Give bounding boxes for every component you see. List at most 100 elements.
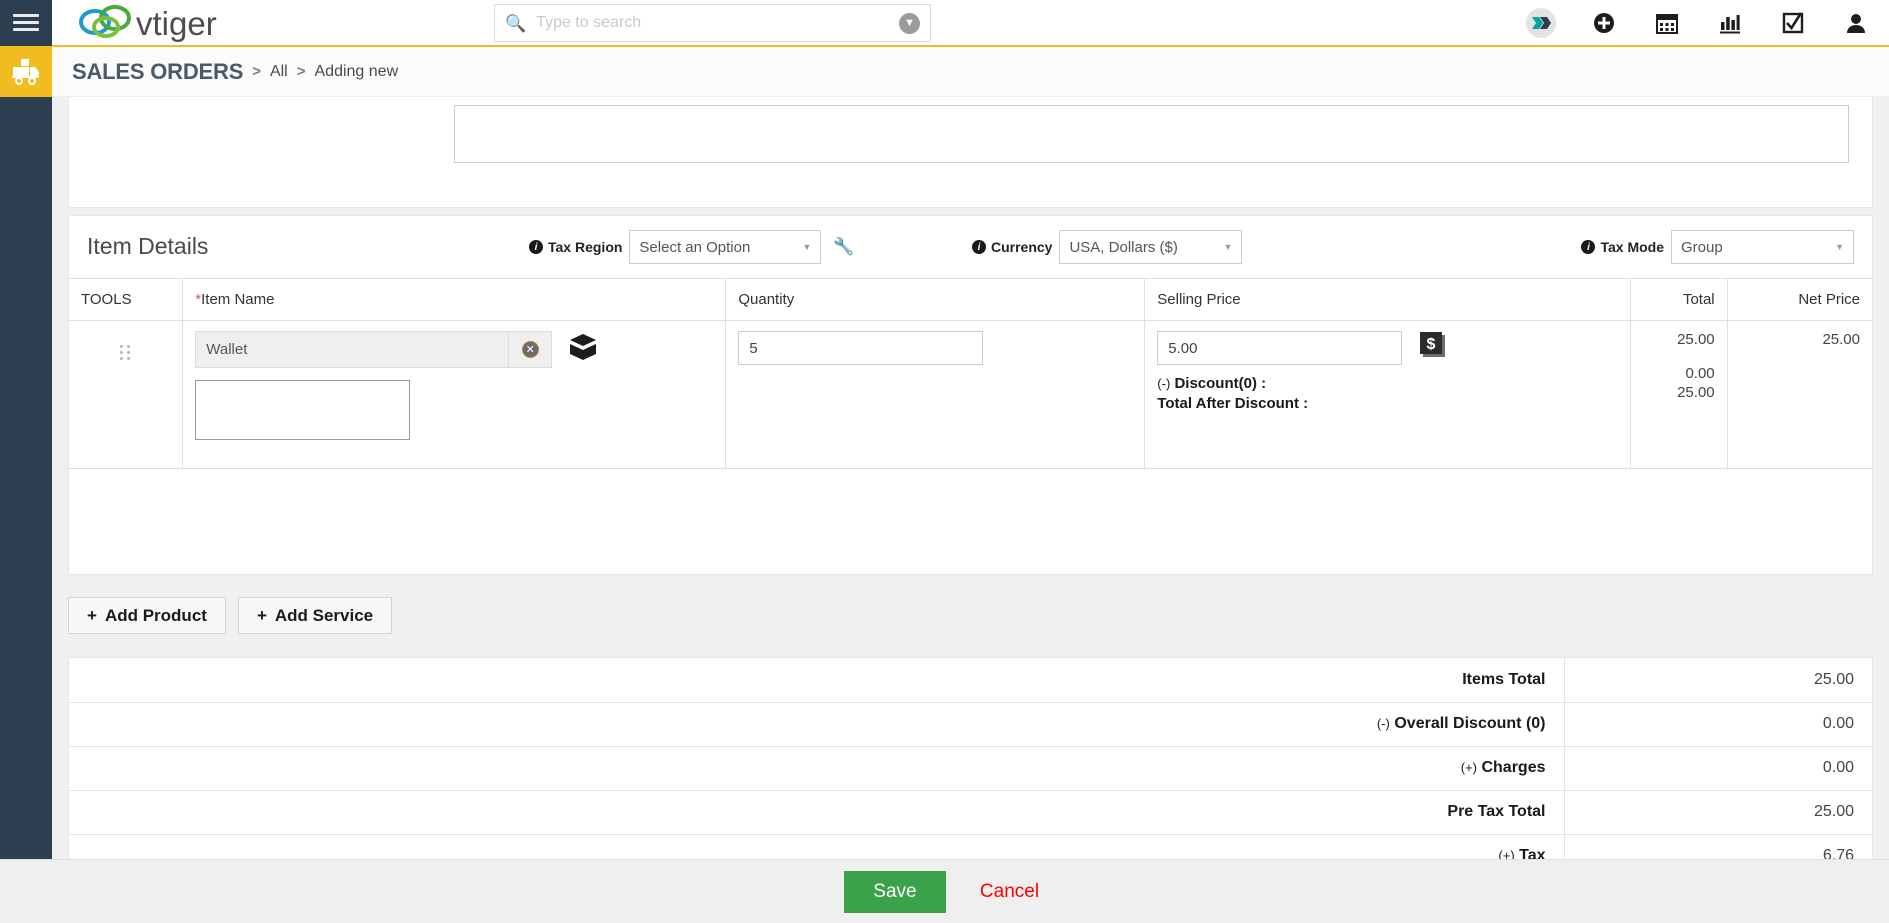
summary-row-charges: (+) Charges 0.00 <box>69 746 1872 791</box>
summary-row-overall-discount: (-) Overall Discount (0) 0.00 <box>69 702 1872 747</box>
tasks-icon[interactable] <box>1778 8 1808 38</box>
plus-icon: + <box>256 605 267 625</box>
item-description-textarea[interactable] <box>195 380 411 440</box>
add-product-label: Add Product <box>104 605 207 625</box>
summary-label: Items Total <box>69 658 1565 703</box>
vtiger-logo[interactable]: vtiger <box>68 0 253 46</box>
chevron-down-icon: ▼ <box>802 242 812 252</box>
box-glyph <box>570 334 597 360</box>
breadcrumb-separator-icon: > <box>252 63 261 80</box>
checkbox-glyph <box>1782 11 1804 33</box>
tax-mode-value: Group <box>1681 238 1723 256</box>
table-row: ✕ <box>69 320 1872 469</box>
wrench-icon[interactable]: 🔧 <box>833 237 854 257</box>
row-total-after-discount-value: 25.00 <box>1677 383 1715 401</box>
breadcrumb: SALES ORDERS > All > Adding new <box>72 59 398 85</box>
summary-table: Items Total 25.00 (-) Overall Discount (… <box>69 658 1872 876</box>
x-app-icon[interactable] <box>1526 7 1556 38</box>
breadcrumb-module[interactable]: SALES ORDERS <box>72 59 243 85</box>
price-book-glyph: $ <box>1420 332 1446 357</box>
price-book-icon[interactable]: $ <box>1419 331 1446 363</box>
summary-label: Pre Tax Total <box>69 790 1565 835</box>
summary-label: (+) Charges <box>69 746 1565 791</box>
row-total-value: 25.00 <box>1677 331 1715 348</box>
search-icon: 🔍 <box>505 13 527 33</box>
row-discount-value: 0.00 <box>1685 365 1715 382</box>
info-icon[interactable]: i <box>1581 240 1596 254</box>
breadcrumb-separator-icon: > <box>296 63 306 80</box>
module-bar: SALES ORDERS > All > Adding new <box>0 46 1889 97</box>
drag-handle-icon[interactable] <box>119 345 132 360</box>
plus-icon: + <box>87 605 97 625</box>
info-icon[interactable]: i <box>529 240 543 254</box>
add-service-label: Add Service <box>274 605 374 625</box>
chevron-down-icon[interactable]: ▼ <box>899 12 920 34</box>
cell-net-price: 25.00 <box>1727 320 1872 469</box>
tax-region-label: i Tax Region <box>529 239 622 255</box>
summary-value: 0.00 <box>1564 702 1872 747</box>
cell-tools <box>69 320 184 469</box>
svg-text:$: $ <box>1427 336 1436 353</box>
tax-mode-label: i Tax Mode <box>1581 239 1664 255</box>
item-details-panel: Item Details i Tax Region Select an Opti… <box>68 215 1873 575</box>
top-navigation-bar: vtiger 🔍 ▼ <box>0 0 1889 47</box>
product-box-icon[interactable] <box>568 333 598 366</box>
tax-region-value: Select an Option <box>639 238 751 256</box>
description-textarea[interactable] <box>454 105 1849 163</box>
tax-mode-select[interactable]: Group ▼ <box>1671 230 1854 264</box>
summary-row-items-total: Items Total 25.00 <box>69 658 1872 703</box>
cell-selling-price: $ (-) Discount(0) : Total After Discount… <box>1144 320 1632 469</box>
cancel-button[interactable]: Cancel <box>974 880 1045 904</box>
column-header-quantity: Quantity <box>725 278 1146 321</box>
add-product-button[interactable]: + Add Product <box>68 597 226 634</box>
item-name-input[interactable] <box>195 331 509 368</box>
left-sidebar <box>0 97 52 923</box>
breadcrumb-item-all[interactable]: All <box>270 63 288 81</box>
add-buttons-row: + Add Product + Add Service <box>68 597 393 634</box>
search-input[interactable] <box>534 13 899 33</box>
add-circle-icon[interactable] <box>1589 8 1619 38</box>
main-content: Item Details i Tax Region Select an Opti… <box>52 97 1889 923</box>
clear-item-button[interactable]: ✕ <box>508 331 553 368</box>
global-search[interactable]: 🔍 ▼ <box>494 4 931 42</box>
tax-region-group: i Tax Region Select an Option ▼ 🔧 <box>529 230 855 264</box>
svg-text:vtiger: vtiger <box>136 5 217 42</box>
item-details-header: Item Details i Tax Region Select an Opti… <box>69 216 1872 278</box>
currency-value: USA, Dollars ($) <box>1069 238 1178 256</box>
table-header-row: TOOLS *Item Name Quantity Selling Price … <box>69 278 1872 321</box>
summary-label: (-) Overall Discount (0) <box>69 702 1565 747</box>
item-total-after-discount-label: Total After Discount : <box>1157 395 1309 412</box>
column-header-selling-price: Selling Price <box>1144 278 1632 321</box>
delivery-truck-icon <box>12 58 39 85</box>
sales-orders-module-icon[interactable] <box>0 46 52 97</box>
form-footer: Save Cancel <box>0 859 1889 923</box>
menu-toggle-button[interactable] <box>0 0 52 46</box>
selling-price-input[interactable] <box>1157 331 1403 365</box>
item-discount-label: (-) Discount(0) : <box>1157 375 1267 392</box>
currency-label: i Currency <box>972 239 1052 255</box>
column-header-item-name: *Item Name <box>182 278 727 321</box>
user-icon[interactable] <box>1841 8 1871 38</box>
top-icon-group <box>1526 0 1871 45</box>
vtiger-logo-icon: vtiger <box>79 4 217 42</box>
calendar-icon[interactable] <box>1652 8 1682 38</box>
hamburger-icon <box>13 10 39 35</box>
currency-select[interactable]: USA, Dollars ($) ▼ <box>1059 230 1243 264</box>
currency-group: i Currency USA, Dollars ($) ▼ <box>972 230 1243 264</box>
cell-quantity <box>725 320 1146 469</box>
line-items-table: TOOLS *Item Name Quantity Selling Price … <box>69 278 1872 469</box>
summary-row-pre-tax-total: Pre Tax Total 25.00 <box>69 790 1872 835</box>
bar-chart-glyph <box>1720 14 1740 33</box>
info-icon[interactable]: i <box>972 240 986 254</box>
breadcrumb-item-adding-new: Adding new <box>314 62 399 80</box>
description-panel <box>68 97 1873 208</box>
column-header-net-price: Net Price <box>1727 278 1872 321</box>
chevron-down-icon: ▼ <box>1223 242 1233 252</box>
summary-value: 25.00 <box>1564 790 1872 835</box>
add-service-button[interactable]: + Add Service <box>237 597 393 634</box>
save-button[interactable]: Save <box>843 870 946 913</box>
quantity-input[interactable] <box>738 331 984 365</box>
column-header-total: Total <box>1630 278 1728 321</box>
tax-region-select[interactable]: Select an Option ▼ <box>629 230 822 264</box>
analytics-icon[interactable] <box>1715 8 1745 38</box>
